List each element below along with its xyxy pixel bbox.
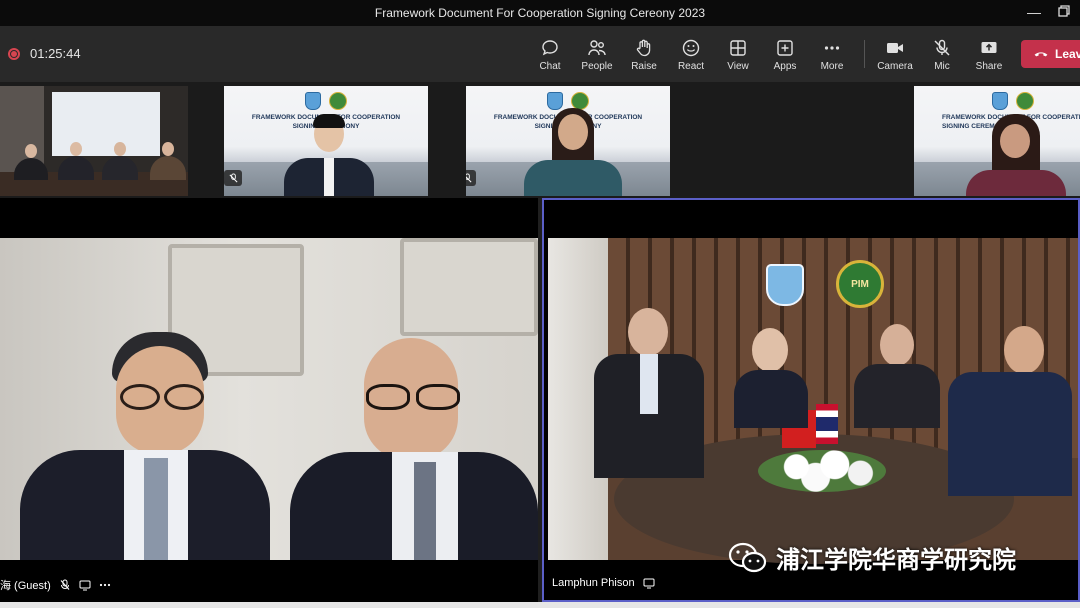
toolbar-divider	[864, 40, 865, 68]
chat-icon	[542, 40, 558, 56]
add-app-icon	[777, 40, 793, 56]
participant-person	[854, 324, 940, 428]
participant-person	[734, 328, 808, 428]
leave-button[interactable]: Leave	[1021, 40, 1080, 68]
pim-logo: PIM	[836, 260, 884, 308]
participant-person	[948, 326, 1072, 496]
main-video-left[interactable]: 海 (Guest)	[0, 198, 538, 602]
glasses	[116, 384, 204, 410]
camera-label: Camera	[877, 61, 913, 72]
screen-share-icon	[79, 580, 91, 591]
raise-label: Raise	[631, 61, 657, 72]
ellipsis-icon	[824, 46, 840, 50]
participant-person	[290, 338, 538, 560]
wall-picture	[400, 238, 538, 336]
participant-strip: FRAMEWORK DOCUMENT FOR COOPERATIONSIGNIN…	[0, 82, 1080, 198]
hang-up-icon	[1034, 52, 1048, 57]
chat-label: Chat	[539, 61, 561, 72]
people-button[interactable]: People	[574, 38, 620, 72]
camera-button[interactable]: Camera	[872, 38, 918, 72]
grid-icon	[730, 40, 746, 56]
view-button[interactable]: View	[715, 38, 761, 72]
people-label: People	[581, 61, 613, 72]
leave-label: Leave	[1055, 47, 1080, 61]
window-title: Framework Document For Cooperation Signi…	[374, 6, 706, 20]
participant-tile-2[interactable]: FRAMEWORK DOCUMENT FOR COOPERATIONSIGNIN…	[224, 86, 428, 196]
mic-muted-icon	[466, 172, 472, 183]
participant-tile-4[interactable]: FRAMEWORK DOCUMENT FOR COOPERATIONSIGNIN…	[914, 86, 1080, 196]
meeting-timer: 01:25:44	[8, 46, 81, 61]
video-frame	[0, 238, 538, 560]
participant-tile-3[interactable]: FRAMEWORK DOCUMENT FOR COOPERATIONSIGNIN…	[466, 86, 670, 196]
hand-icon	[636, 39, 651, 57]
pim-logo	[1016, 92, 1034, 110]
chat-button[interactable]: Chat	[527, 38, 573, 72]
more-button[interactable]: More	[809, 38, 855, 72]
flower-arrangement	[758, 450, 886, 492]
share-button[interactable]: Share	[966, 38, 1012, 72]
apps-button[interactable]: Apps	[762, 38, 808, 72]
share-label: Share	[975, 61, 1003, 72]
thailand-flag	[816, 404, 838, 444]
recording-icon	[8, 47, 20, 60]
shield-logo	[305, 92, 321, 110]
react-label: React	[677, 61, 705, 72]
wechat-icon	[728, 542, 767, 572]
more-label: More	[820, 61, 844, 72]
mic-muted-icon	[934, 39, 950, 56]
muted-indicator	[466, 170, 476, 186]
participant-person	[966, 114, 1066, 196]
bottom-edge	[0, 602, 1080, 608]
maximize-icon[interactable]	[1058, 4, 1070, 20]
people-icon	[588, 40, 606, 56]
participant-name: Lamphun Phison	[552, 577, 635, 589]
camera-icon	[887, 43, 903, 53]
participant-person	[102, 142, 138, 196]
participant-person	[20, 328, 270, 560]
raise-hand-button[interactable]: Raise	[621, 38, 667, 72]
timer-text: 01:25:44	[30, 46, 81, 61]
minimize-icon[interactable]: —	[1027, 4, 1041, 20]
meeting-toolbar: 01:25:44 Chat People Raise React View Ap…	[0, 26, 1080, 82]
participant-tile-room[interactable]	[0, 86, 188, 196]
mic-button[interactable]: Mic	[919, 38, 965, 72]
participant-person	[594, 308, 704, 478]
participant-person	[14, 144, 48, 196]
mic-label: Mic	[934, 61, 950, 72]
glasses	[364, 384, 460, 410]
wechat-watermark: 浦江学院华商学研究院	[728, 540, 1016, 575]
participant-person	[58, 142, 94, 196]
react-button[interactable]: React	[668, 38, 714, 72]
pim-logo	[329, 92, 347, 110]
mic-muted-icon	[228, 172, 238, 183]
share-screen-icon	[981, 42, 997, 53]
mic-muted-icon	[60, 579, 70, 590]
participant-person	[284, 114, 374, 196]
window-titlebar: Framework Document For Cooperation Signi…	[0, 0, 1080, 26]
video-frame: PIM	[548, 238, 1078, 564]
watermark-text: 浦江学院华商学研究院	[776, 546, 1016, 574]
university-shield-logo	[766, 264, 804, 306]
view-label: View	[727, 61, 749, 72]
participant-name: 海 (Guest)	[0, 580, 51, 592]
participant-person	[150, 142, 186, 196]
smiley-icon	[682, 39, 700, 57]
more-options-icon[interactable]	[99, 579, 111, 591]
muted-indicator	[224, 170, 242, 186]
shield-logo	[992, 92, 1008, 110]
screen-share-icon	[643, 578, 655, 589]
participant-name-label: Lamphun Phison	[552, 574, 655, 592]
participant-person	[524, 108, 622, 196]
apps-label: Apps	[773, 61, 797, 72]
participant-name-label: 海 (Guest)	[0, 576, 111, 594]
